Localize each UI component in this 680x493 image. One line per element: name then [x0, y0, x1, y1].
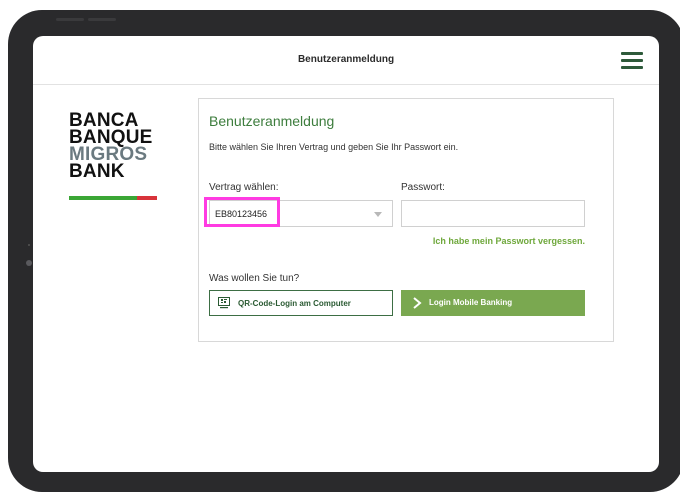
chevron-right-icon: [413, 297, 422, 309]
hamburger-menu-icon[interactable]: [621, 52, 643, 70]
login-card: Benutzeranmeldung Bitte wählen Sie Ihren…: [198, 98, 614, 342]
mobile-button-label: Login Mobile Banking: [429, 298, 513, 307]
camera: [26, 260, 32, 266]
qr-button-label: QR-Code-Login am Computer: [238, 299, 351, 308]
contract-select[interactable]: EB80123456: [209, 200, 393, 227]
login-description: Bitte wählen Sie Ihren Vertrag und geben…: [209, 142, 459, 152]
contract-label: Vertrag wählen:: [209, 182, 279, 193]
computer-qr-icon: [218, 297, 230, 309]
password-input[interactable]: [401, 200, 585, 227]
device-button: [56, 18, 84, 21]
qr-code-login-button[interactable]: QR-Code-Login am Computer: [209, 290, 393, 316]
screen: Benutzeranmeldung BANCA BANQUE MIGROS BA…: [33, 36, 659, 472]
sensor-dot: [28, 244, 30, 246]
login-title: Benutzeranmeldung: [209, 113, 335, 129]
top-bar: Benutzeranmeldung: [33, 36, 659, 85]
bank-logo: BANCA BANQUE MIGROS BANK: [69, 111, 169, 182]
logo-line: BANK: [69, 161, 125, 182]
forgot-password-link[interactable]: Ich habe mein Passwort vergessen.: [423, 236, 585, 246]
contract-selected-value: EB80123456: [215, 209, 268, 219]
chevron-down-icon: [374, 212, 382, 217]
device-button: [88, 18, 116, 21]
action-question: Was wollen Sie tun?: [209, 273, 300, 284]
login-mobile-banking-button[interactable]: Login Mobile Banking: [401, 290, 585, 316]
logo-red-bar: [137, 196, 157, 200]
page-title: Benutzeranmeldung: [297, 54, 395, 65]
password-label: Passwort:: [401, 182, 445, 193]
